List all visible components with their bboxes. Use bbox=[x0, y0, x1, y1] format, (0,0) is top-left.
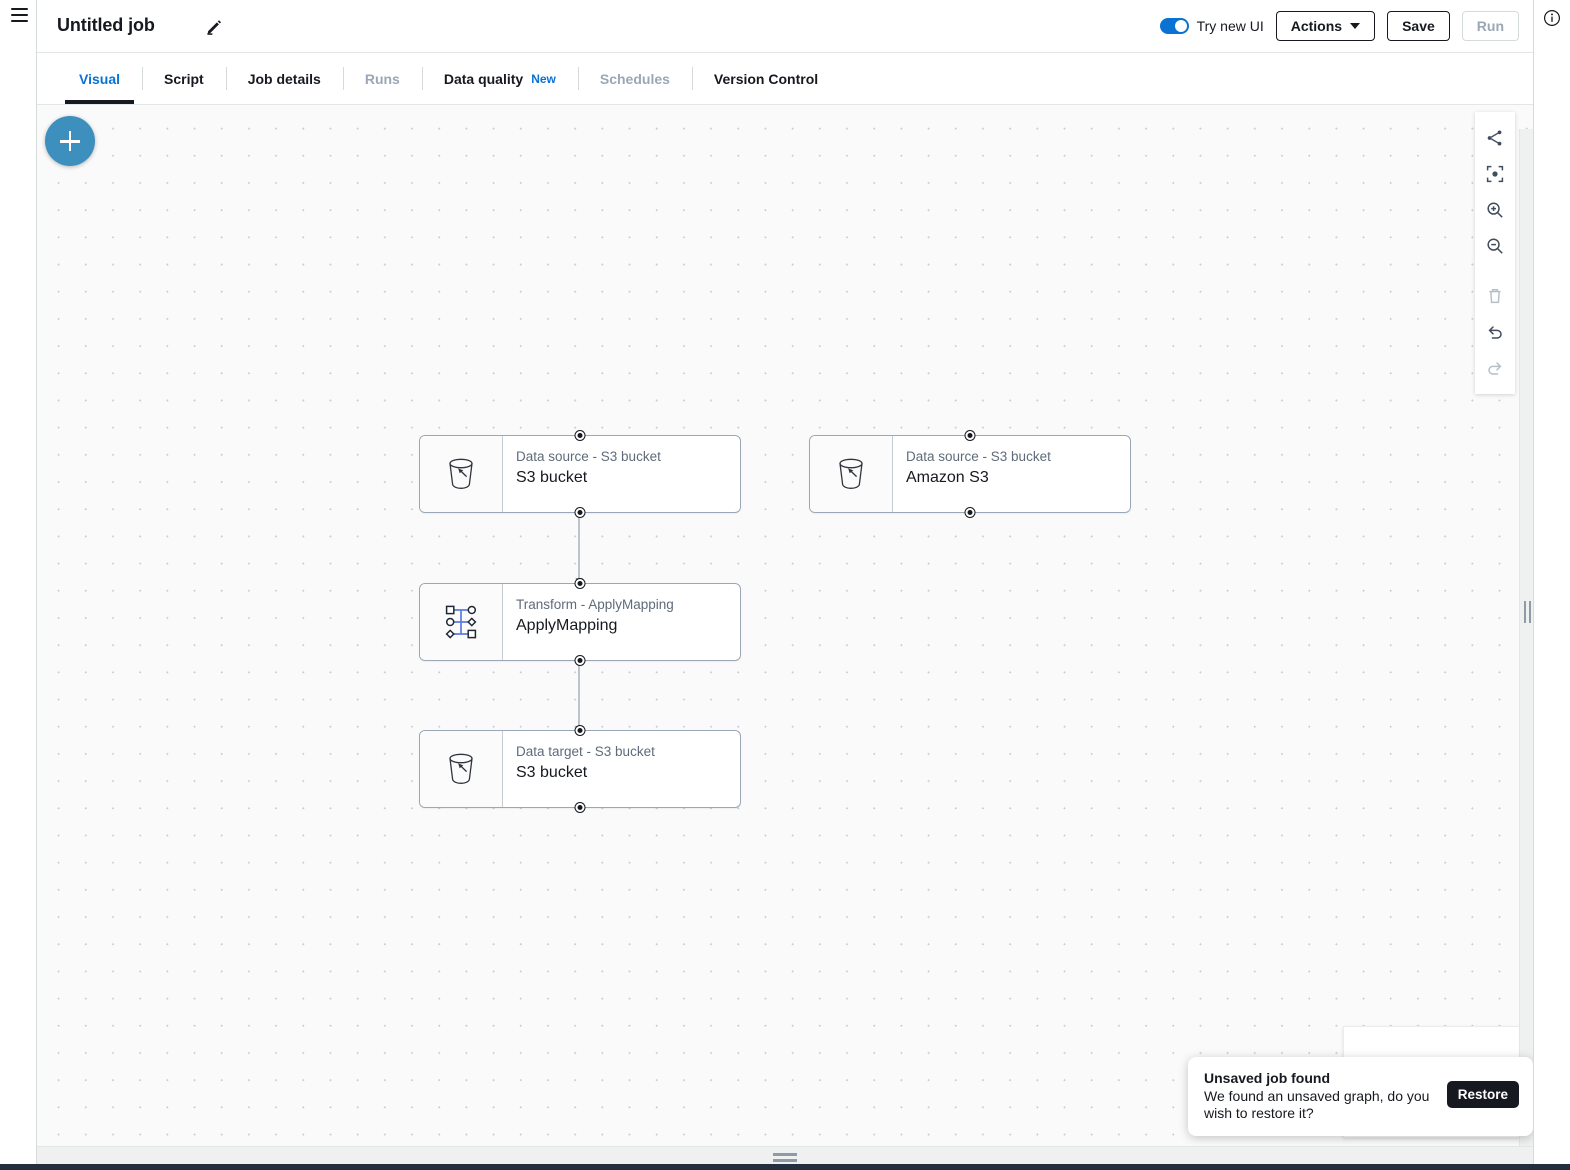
page-header: Untitled job Try new UI Actions bbox=[37, 0, 1533, 53]
new-badge: New bbox=[531, 72, 556, 86]
node-port-bottom[interactable] bbox=[966, 508, 975, 517]
graph-node-amazon-s3[interactable]: Data source - S3 bucket Amazon S3 bbox=[809, 435, 1131, 513]
tab-version-control[interactable]: Version Control bbox=[692, 53, 840, 104]
node-port-top[interactable] bbox=[576, 579, 585, 588]
run-button: Run bbox=[1462, 11, 1519, 41]
graph-node-source-s3-bucket[interactable]: Data source - S3 bucket S3 bucket bbox=[419, 435, 741, 513]
node-title: S3 bucket bbox=[516, 764, 740, 782]
tab-script[interactable]: Script bbox=[142, 53, 226, 104]
canvas-toolbar bbox=[1475, 112, 1515, 394]
chevron-down-icon bbox=[1350, 23, 1360, 29]
s3-bucket-icon bbox=[420, 436, 503, 512]
s3-bucket-icon bbox=[420, 731, 503, 807]
apply-mapping-icon bbox=[420, 584, 503, 660]
toast-title: Unsaved job found bbox=[1204, 1070, 1435, 1086]
tab-data-quality[interactable]: Data quality New bbox=[422, 53, 578, 104]
save-button[interactable]: Save bbox=[1387, 11, 1450, 41]
node-text: Data target - S3 bucket S3 bucket bbox=[503, 731, 740, 807]
fit-to-screen-icon[interactable] bbox=[1480, 159, 1510, 189]
node-port-bottom[interactable] bbox=[576, 803, 585, 812]
page-title: Untitled job bbox=[57, 15, 155, 36]
node-port-top[interactable] bbox=[576, 726, 585, 735]
header-actions: Try new UI Actions Save Run bbox=[1160, 11, 1519, 41]
node-title: ApplyMapping bbox=[516, 617, 740, 635]
toggle-switch[interactable] bbox=[1160, 18, 1189, 34]
save-button-label: Save bbox=[1402, 18, 1435, 34]
node-subtitle: Data source - S3 bucket bbox=[906, 449, 1130, 464]
try-new-ui-toggle[interactable]: Try new UI bbox=[1160, 18, 1264, 34]
toggle-label: Try new UI bbox=[1197, 18, 1264, 34]
node-title: S3 bucket bbox=[516, 469, 740, 487]
restore-button[interactable]: Restore bbox=[1447, 1081, 1519, 1108]
zoom-out-icon[interactable] bbox=[1480, 231, 1510, 261]
node-port-top[interactable] bbox=[966, 431, 975, 440]
actions-button[interactable]: Actions bbox=[1276, 11, 1375, 41]
toast-body: Unsaved job found We found an unsaved gr… bbox=[1204, 1070, 1435, 1123]
bottom-navy-strip bbox=[0, 1164, 1570, 1170]
pencil-icon[interactable] bbox=[205, 17, 224, 36]
actions-button-label: Actions bbox=[1291, 18, 1342, 34]
tab-runs-label: Runs bbox=[365, 71, 400, 87]
tab-visual[interactable]: Visual bbox=[57, 53, 142, 104]
graph-node-apply-mapping[interactable]: Transform - ApplyMapping ApplyMapping bbox=[419, 583, 741, 661]
right-gutter bbox=[1533, 0, 1570, 1170]
run-button-label: Run bbox=[1477, 18, 1504, 34]
zoom-in-icon[interactable] bbox=[1480, 195, 1510, 225]
right-panel-resize-rail[interactable] bbox=[1519, 129, 1533, 1146]
node-port-bottom[interactable] bbox=[576, 656, 585, 665]
main-column: Untitled job Try new UI Actions bbox=[37, 0, 1533, 1170]
tab-job-details[interactable]: Job details bbox=[226, 53, 343, 104]
resize-handle-horizontal[interactable] bbox=[773, 1153, 797, 1162]
node-title: Amazon S3 bbox=[906, 469, 1130, 487]
redo-icon bbox=[1480, 353, 1510, 383]
auto-arrange-icon[interactable] bbox=[1480, 123, 1510, 153]
node-text: Data source - S3 bucket S3 bucket bbox=[503, 436, 740, 512]
unsaved-job-toast: Unsaved job found We found an unsaved gr… bbox=[1188, 1057, 1533, 1136]
hamburger-menu-icon[interactable] bbox=[11, 8, 28, 22]
graph-canvas[interactable]: Data source - S3 bucket S3 bucket bbox=[37, 105, 1533, 1146]
delete-icon bbox=[1480, 281, 1510, 311]
node-port-bottom[interactable] bbox=[576, 508, 585, 517]
node-port-top[interactable] bbox=[576, 431, 585, 440]
s3-bucket-icon bbox=[810, 436, 893, 512]
canvas-dot-grid bbox=[37, 105, 1533, 1146]
node-subtitle: Transform - ApplyMapping bbox=[516, 597, 740, 612]
info-circle-icon[interactable] bbox=[1542, 8, 1562, 28]
undo-icon[interactable] bbox=[1480, 317, 1510, 347]
tab-version-control-label: Version Control bbox=[714, 71, 818, 87]
tab-job-details-label: Job details bbox=[248, 71, 321, 87]
resize-handle-vertical[interactable] bbox=[1524, 601, 1531, 623]
glue-studio-visual-editor: Untitled job Try new UI Actions bbox=[0, 0, 1570, 1170]
tab-schedules-label: Schedules bbox=[600, 71, 670, 87]
toast-message: We found an unsaved graph, do you wish t… bbox=[1204, 1088, 1435, 1123]
node-subtitle: Data target - S3 bucket bbox=[516, 744, 740, 759]
left-gutter bbox=[0, 0, 37, 1170]
tab-script-label: Script bbox=[164, 71, 204, 87]
tab-visual-label: Visual bbox=[79, 71, 120, 87]
node-subtitle: Data source - S3 bucket bbox=[516, 449, 740, 464]
tab-schedules: Schedules bbox=[578, 53, 692, 104]
tab-runs: Runs bbox=[343, 53, 422, 104]
tab-data-quality-label: Data quality bbox=[444, 71, 523, 87]
graph-node-target-s3-bucket[interactable]: Data target - S3 bucket S3 bucket bbox=[419, 730, 741, 808]
tab-bar: Visual Script Job details Runs Data qual… bbox=[37, 53, 1533, 105]
node-text: Transform - ApplyMapping ApplyMapping bbox=[503, 584, 740, 660]
add-node-button[interactable] bbox=[45, 116, 95, 166]
node-text: Data source - S3 bucket Amazon S3 bbox=[893, 436, 1130, 512]
